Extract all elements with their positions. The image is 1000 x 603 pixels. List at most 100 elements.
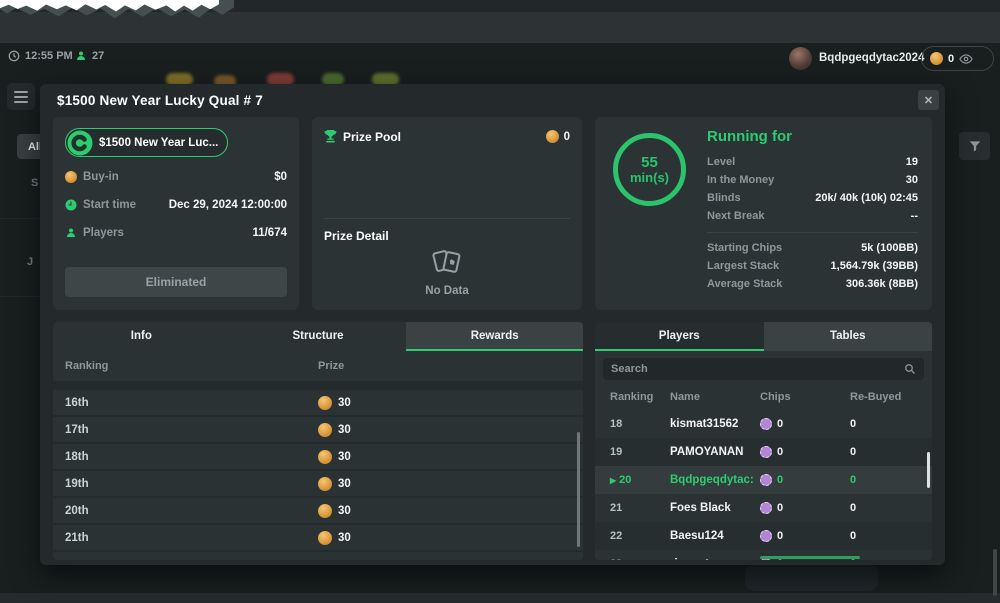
largest-stack-row: Largest Stack 1,564.79k (39BB)	[707, 257, 918, 275]
reward-ranking: 18th	[53, 451, 318, 463]
search-input[interactable]	[611, 363, 904, 375]
reward-prize: 30	[338, 451, 351, 463]
reward-prize: 30	[338, 424, 351, 436]
tab-info[interactable]: Info	[53, 322, 230, 351]
blinds-label: Blinds	[707, 192, 741, 204]
player-row: 22 Baesu124 0 0	[595, 522, 932, 550]
buyin-value: $0	[274, 171, 287, 183]
tab-rewards[interactable]: Rewards	[406, 322, 583, 351]
tournament-name-pill[interactable]: $1500 New Year Luc...	[65, 128, 228, 157]
tournament-modal: $1500 New Year Lucky Qual # 7 ✕ $1500 Ne…	[40, 84, 945, 565]
player-ranking: 20	[619, 474, 631, 486]
right-tab-bar: Players Tables	[595, 322, 932, 351]
tournament-status-card: 55 min(s) Running for Level 19 In the Mo…	[595, 117, 932, 310]
divider	[53, 381, 583, 390]
player-rebuyed: 0	[850, 558, 932, 560]
tab-tables[interactable]: Tables	[764, 322, 933, 351]
player-row-current-user: ▶20 Bqdpgeqdytac: 0 0	[595, 466, 932, 494]
itm-label: In the Money	[707, 174, 774, 186]
eye-icon[interactable]	[959, 52, 973, 66]
time-label: 12:55 PM	[25, 50, 73, 62]
rewards-panel: Info Structure Rewards Ranking Prize 16t…	[53, 322, 583, 560]
starting-chips-value: 5k (100BB)	[861, 242, 918, 254]
players-col-rebuyed: Re-Buyed	[850, 391, 932, 403]
in-the-money-row: In the Money 30	[707, 171, 918, 189]
divider	[707, 232, 918, 233]
coin-icon	[930, 52, 943, 65]
player-name: Foes Black	[670, 502, 760, 514]
coin-icon	[318, 450, 332, 464]
hamburger-icon	[14, 91, 28, 93]
chip-icon	[760, 418, 772, 430]
chip-icon	[760, 474, 772, 486]
buyin-label: Buy-in	[83, 171, 119, 183]
player-name: Bqdpgeqdytac:	[670, 474, 760, 486]
prize-detail-title: Prize Detail	[324, 229, 389, 243]
player-chips: 0	[777, 446, 783, 458]
player-rebuyed: 0	[850, 474, 932, 486]
player-chips: 0	[777, 530, 783, 542]
reward-prize: 30	[338, 505, 351, 517]
player-rebuyed: 0	[850, 530, 932, 542]
left-tab-bar: Info Structure Rewards	[53, 322, 583, 351]
players-horizontal-scrollbar[interactable]	[760, 556, 860, 559]
tournament-logo-icon	[67, 130, 93, 156]
user-avatar[interactable]	[789, 47, 812, 70]
prize-pool-amount: 0	[564, 131, 570, 143]
coin-icon	[318, 504, 332, 518]
tab-structure[interactable]: Structure	[230, 322, 407, 351]
player-row: 19 PAMOYANAN 0 0	[595, 438, 932, 466]
blinds-row: Blinds 20k/ 40k (10k) 02:45	[707, 189, 918, 207]
running-timer: 55 min(s)	[613, 133, 686, 206]
tab-players[interactable]: Players	[595, 322, 764, 351]
player-search[interactable]	[603, 358, 924, 380]
reward-prize: 30	[338, 478, 351, 490]
player-rebuyed: 0	[850, 502, 932, 514]
next-break-row: Next Break --	[707, 207, 918, 225]
online-count-label: 27	[92, 50, 104, 62]
tournament-info-card: $1500 New Year Luc... Buy-in $0 Start ti…	[53, 117, 299, 310]
funnel-icon	[968, 139, 982, 153]
eliminated-button[interactable]: Eliminated	[65, 267, 287, 297]
next-break-value: --	[911, 210, 918, 222]
player-ranking: 23	[595, 558, 670, 560]
player-row: 21 Foes Black 0 0	[595, 494, 932, 522]
player-count-icon	[75, 50, 87, 62]
reward-prize: 30	[338, 397, 351, 409]
players-table-header: Ranking Name Chips Re-Buyed	[595, 384, 932, 410]
player-ranking: 22	[595, 530, 670, 542]
itm-value: 30	[906, 174, 918, 186]
players-col-name: Name	[670, 391, 760, 403]
coin-icon	[546, 130, 559, 143]
page-scrollbar[interactable]	[993, 549, 997, 596]
no-data-label: No Data	[312, 285, 582, 297]
players-row: Players 11/674	[65, 219, 287, 247]
coin-icon	[318, 531, 332, 545]
reward-row: 17th 30	[53, 417, 583, 444]
players-vertical-scrollbar[interactable]	[927, 452, 930, 488]
reward-ranking: 19th	[53, 478, 318, 490]
rewards-scrollbar[interactable]	[577, 432, 580, 547]
modal-title: $1500 New Year Lucky Qual # 7	[57, 93, 263, 108]
current-user-marker-icon: ▶	[610, 476, 616, 485]
chip-icon	[760, 446, 772, 458]
wallet-pill[interactable]: 0	[921, 46, 994, 71]
timer-value: 55	[641, 155, 658, 171]
players-icon	[65, 227, 77, 239]
level-row: Level 19	[707, 153, 918, 171]
blinds-value: 20k/ 40k (10k) 02:45	[815, 192, 918, 204]
timer-unit: min(s)	[630, 171, 669, 185]
close-button[interactable]: ✕	[918, 90, 939, 110]
tournament-info-rows: Buy-in $0 Start time Dec 29, 2024 12:00:…	[65, 163, 287, 247]
players-col-chips: Chips	[760, 391, 850, 403]
filter-button[interactable]	[959, 132, 990, 160]
menu-button[interactable]	[7, 83, 35, 110]
player-ranking: 21	[595, 502, 670, 514]
level-label: Level	[707, 156, 735, 168]
prize-pool-card: Prize Pool 0 Prize Detail No Data	[312, 117, 582, 310]
banner-strip	[0, 12, 1000, 43]
coin-icon	[318, 396, 332, 410]
player-chips: 0	[777, 474, 783, 486]
reward-row: 21th 30	[53, 525, 583, 552]
rewards-col-prize: Prize	[318, 360, 344, 372]
